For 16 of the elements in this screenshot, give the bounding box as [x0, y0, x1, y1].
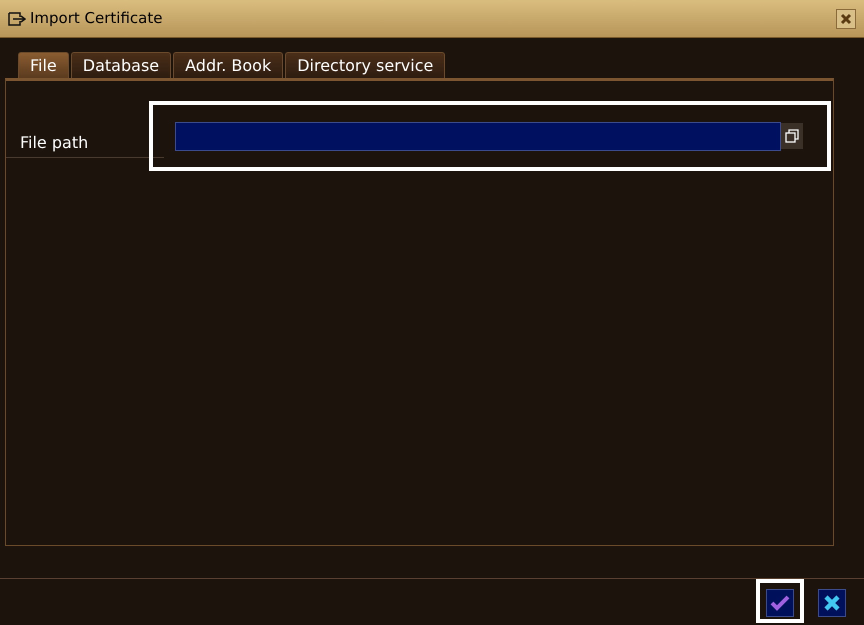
confirm-button[interactable] [766, 589, 794, 617]
close-button[interactable] [836, 8, 856, 28]
window-title: Import Certificate [30, 8, 162, 30]
browse-button[interactable] [781, 123, 803, 149]
tab[interactable]: File [18, 52, 69, 78]
checkmark-icon [770, 595, 790, 611]
tab[interactable]: Database [70, 52, 172, 78]
tab[interactable]: Addr. Book [173, 52, 284, 78]
copy-icon [785, 129, 799, 143]
cancel-button[interactable] [818, 589, 846, 617]
window-icon [8, 12, 26, 26]
close-icon [823, 594, 841, 612]
close-icon [840, 12, 852, 24]
file-path-field[interactable] [175, 122, 781, 150]
tab[interactable]: Directory service [285, 52, 446, 78]
field-label: File path [6, 130, 164, 158]
